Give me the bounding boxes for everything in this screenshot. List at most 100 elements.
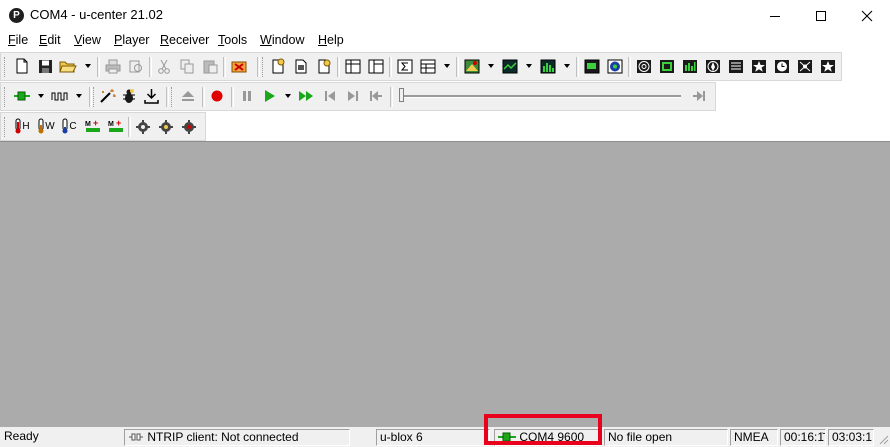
connect-icon[interactable] <box>13 87 31 105</box>
menu-receiver[interactable]: Receiver <box>160 33 209 47</box>
deviation-map-icon[interactable] <box>635 57 653 75</box>
clear-icon[interactable] <box>230 57 248 75</box>
histogram-view-icon[interactable] <box>539 57 557 75</box>
svg-text:+: + <box>93 118 98 128</box>
table-dropdown-arrow[interactable] <box>444 64 450 68</box>
baudrate-dropdown-arrow[interactable] <box>76 94 82 98</box>
svg-text:M: M <box>108 121 114 128</box>
close-button[interactable] <box>844 0 890 31</box>
config-gear-reset-icon[interactable] <box>180 117 198 135</box>
thermometer-hot-icon <box>15 118 21 134</box>
import-icon[interactable] <box>292 57 310 75</box>
warmstart-label: W <box>45 120 55 132</box>
sky-view-icon[interactable] <box>606 57 624 75</box>
dynamic-view-icon[interactable] <box>819 57 837 75</box>
config-gear-icon[interactable] <box>134 117 152 135</box>
open-folder-icon[interactable] <box>59 57 77 75</box>
playback-slider-thumb[interactable] <box>399 88 404 102</box>
window-title: COM4 - u-center 21.02 <box>30 7 163 22</box>
camera-view-icon[interactable] <box>583 57 601 75</box>
message-save-icon[interactable]: M + <box>106 117 126 135</box>
toolbar-grip[interactable] <box>171 87 175 107</box>
status-ntrip: NTRIP client: Not connected <box>124 429 350 446</box>
map-dropdown-arrow[interactable] <box>488 64 494 68</box>
play-dropdown-arrow[interactable] <box>285 94 291 98</box>
cut-icon <box>155 57 173 75</box>
print-preview-icon <box>127 57 145 75</box>
menu-bar: File Edit View Player Receiver Tools Win… <box>0 31 890 51</box>
copy-icon <box>178 57 196 75</box>
svg-text:M: M <box>85 121 91 128</box>
coldstart-button[interactable]: C <box>59 117 79 135</box>
app-logo-icon: P <box>9 8 24 23</box>
connection-player-toolbar <box>0 82 716 111</box>
close-icon <box>861 10 873 21</box>
hotstart-button[interactable]: H <box>12 117 32 135</box>
step-forward-icon <box>344 87 362 105</box>
export-icon[interactable] <box>269 57 287 75</box>
text-console-icon[interactable] <box>727 57 745 75</box>
svg-text:+: + <box>116 118 121 128</box>
save-icon[interactable] <box>36 57 54 75</box>
maximize-icon <box>816 10 826 21</box>
minimize-button[interactable] <box>752 0 798 31</box>
status-time-elapsed: 00:16:1̆ <box>780 429 826 446</box>
thermometer-warm-icon <box>38 118 44 134</box>
menu-window[interactable]: Window <box>260 33 304 47</box>
connect-dropdown-arrow[interactable] <box>38 94 44 98</box>
chart-view-icon[interactable] <box>501 57 519 75</box>
toolbar-grip[interactable] <box>93 87 97 107</box>
print-icon <box>104 57 122 75</box>
playback-slider-track[interactable] <box>399 95 681 98</box>
chart-dropdown-arrow[interactable] <box>526 64 532 68</box>
status-file: No file open <box>604 429 728 446</box>
toolbar-grip[interactable] <box>262 57 266 77</box>
debug-bug-icon[interactable] <box>119 87 137 105</box>
menu-tools[interactable]: Tools <box>218 33 247 47</box>
play-icon[interactable] <box>260 87 278 105</box>
message-poll-icon[interactable]: M + <box>83 117 103 135</box>
receiver-control-toolbar: H W C M + M + <box>0 112 206 141</box>
highlight-box <box>484 414 602 445</box>
new-file-icon[interactable] <box>13 57 31 75</box>
binary-view-icon[interactable] <box>367 57 385 75</box>
record-button-icon[interactable] <box>208 87 226 105</box>
star-view-icon[interactable] <box>750 57 768 75</box>
clock-view-icon[interactable] <box>773 57 791 75</box>
config-gear-load-icon[interactable] <box>157 117 175 135</box>
open-dropdown-arrow[interactable] <box>85 64 91 68</box>
maximize-button[interactable] <box>798 0 844 31</box>
step-back-icon <box>321 87 339 105</box>
document-settings-icon[interactable] <box>315 57 333 75</box>
menu-view[interactable]: View <box>74 33 101 47</box>
status-bar: Ready NTRIP client: Not connected u-blox… <box>0 427 890 447</box>
autobauding-wand-icon[interactable] <box>98 87 116 105</box>
download-icon[interactable] <box>142 87 160 105</box>
satellite-level-icon[interactable] <box>681 57 699 75</box>
packet-view-icon[interactable] <box>344 57 362 75</box>
toolbar-grip[interactable] <box>4 117 8 137</box>
fast-forward-icon[interactable] <box>297 87 315 105</box>
mdi-workspace[interactable] <box>0 141 890 428</box>
warmstart-button[interactable]: W <box>35 117 57 135</box>
sigma-icon[interactable] <box>396 57 414 75</box>
table-view-icon[interactable] <box>419 57 437 75</box>
ntrip-status-text: NTRIP client: Not connected <box>147 430 299 444</box>
menu-file[interactable]: File <box>8 33 28 47</box>
ntrip-plug-icon <box>129 433 143 441</box>
status-receiver: u-blox 6 <box>376 429 490 446</box>
resize-grip-icon[interactable] <box>877 433 889 445</box>
statistics-view-icon[interactable] <box>796 57 814 75</box>
histogram-dropdown-arrow[interactable] <box>564 64 570 68</box>
menu-edit[interactable]: Edit <box>39 33 61 47</box>
signal-view-icon[interactable] <box>658 57 676 75</box>
coldstart-label: C <box>69 120 77 132</box>
minimize-icon <box>770 15 780 17</box>
menu-help[interactable]: Help <box>318 33 344 47</box>
baudrate-icon[interactable] <box>51 87 69 105</box>
toolbar-grip[interactable] <box>4 87 8 107</box>
toolbar-grip[interactable] <box>4 57 8 77</box>
map-view-icon[interactable] <box>463 57 481 75</box>
menu-player[interactable]: Player <box>114 33 149 47</box>
compass-view-icon[interactable] <box>704 57 722 75</box>
